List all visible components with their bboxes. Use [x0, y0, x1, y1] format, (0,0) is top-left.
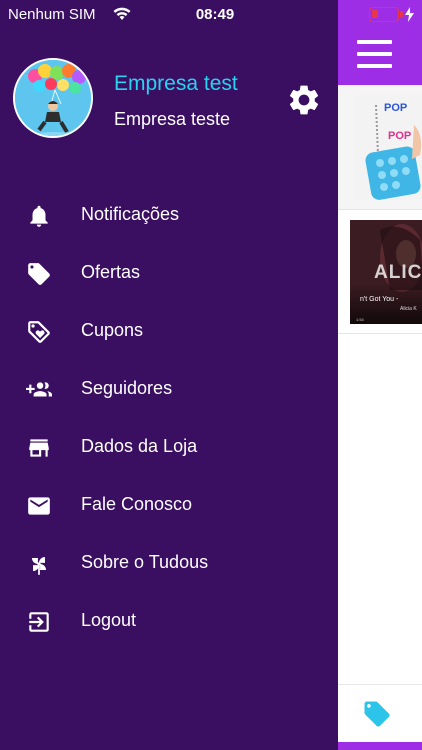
logout-icon [29, 612, 49, 632]
menu-item-notificacoes[interactable]: Notificações [0, 186, 338, 244]
status-bar: Nenhum SIM 08:49 [0, 0, 422, 30]
navigation-drawer: Empresa test Empresa teste Notificações … [0, 0, 338, 750]
tag-icon [28, 263, 50, 285]
menu-item-cupons[interactable]: Cupons [0, 302, 338, 360]
profile-name: Empresa test [114, 72, 238, 95]
menu-item-sobre-o-tudous[interactable]: Sobre o Tudous [0, 534, 338, 592]
product-image-popit: POP POP [354, 95, 422, 200]
charging-bolt-icon [405, 7, 414, 22]
menu-item-label: Dados da Loja [81, 436, 198, 456]
gear-icon[interactable] [286, 82, 322, 118]
bell-icon [30, 205, 48, 227]
pinwheel-icon [31, 556, 47, 575]
menu-item-dados-da-loja[interactable]: Dados da Loja [0, 418, 338, 476]
clock-text: 08:49 [195, 6, 235, 23]
tag-icon[interactable] [362, 699, 392, 729]
battery-tip [400, 11, 403, 17]
menu-item-label: Logout [81, 610, 137, 630]
profile-subtitle: Empresa teste [114, 109, 231, 129]
album-title-text: ALICIA [374, 262, 422, 283]
product-card[interactable]: ALICIA n't Got You - Alicia K 1:54 [338, 210, 422, 334]
bottom-tab-bar [338, 684, 422, 750]
store-icon [29, 439, 49, 457]
menu-item-ofertas[interactable]: Ofertas [0, 244, 338, 302]
artist-text: Alicia K [400, 306, 417, 312]
song-title-text: n't Got You - [360, 296, 399, 303]
menu-item-label: Cupons [81, 320, 144, 340]
time-text: 1:54 [356, 317, 364, 322]
profile-header: Empresa test Empresa teste [0, 30, 338, 170]
coupon-heart-icon [28, 321, 50, 343]
card1-text: POP [384, 102, 407, 114]
mail-icon [28, 497, 50, 515]
menu-item-seguidores[interactable]: Seguidores [0, 360, 338, 418]
product-image-album: ALICIA n't Got You - Alicia K 1:54 [350, 220, 422, 324]
add-group-icon [26, 382, 52, 397]
product-card[interactable]: POP POP [338, 85, 422, 210]
menu-item-label: Seguidores [81, 378, 173, 398]
menu-item-fale-conosco[interactable]: Fale Conosco [0, 476, 338, 534]
menu-item-label: Ofertas [81, 262, 141, 282]
menu-item-label: Sobre o Tudous [81, 552, 209, 572]
hamburger-menu-icon[interactable] [357, 40, 392, 69]
battery-icon [369, 7, 399, 22]
drawer-menu: Notificações Ofertas Cupons Seguidores D… [0, 186, 338, 650]
menu-item-label: Fale Conosco [81, 494, 193, 514]
svg-text:POP: POP [388, 130, 411, 142]
menu-item-label: Notificações [81, 204, 180, 224]
avatar[interactable] [13, 58, 93, 138]
menu-item-logout[interactable]: Logout [0, 592, 338, 650]
bottom-strip [338, 742, 422, 750]
